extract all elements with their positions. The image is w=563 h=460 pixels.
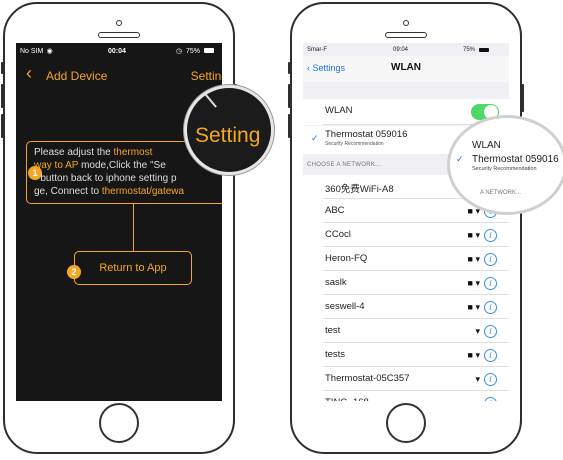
info-icon[interactable]: i bbox=[484, 229, 497, 242]
power-button bbox=[521, 84, 524, 112]
info-icon[interactable]: i bbox=[484, 397, 497, 401]
info-icon[interactable]: i bbox=[484, 253, 497, 266]
volume-down bbox=[288, 114, 291, 138]
magnifier-header: A NETWORK... bbox=[480, 190, 522, 196]
volume-up bbox=[288, 84, 291, 108]
wifi-icon: ▾ bbox=[475, 230, 480, 240]
network-row[interactable]: TING_168 ■ ▾ i bbox=[303, 391, 509, 401]
lock-icon: ■ bbox=[467, 302, 473, 312]
magnifier-setting-label: Setting bbox=[195, 124, 261, 147]
lock-icon: ■ bbox=[468, 398, 473, 401]
network-row[interactable]: saslk ■ ▾ i bbox=[303, 271, 509, 295]
lock-icon: ■ bbox=[467, 278, 473, 288]
network-row[interactable]: tests ■ ▾ i bbox=[303, 343, 509, 367]
checkmark-icon: ✓ bbox=[311, 133, 319, 143]
info-icon[interactable]: i bbox=[484, 325, 497, 338]
network-icons: ■ ▾ i bbox=[468, 397, 497, 401]
info-icon[interactable]: i bbox=[484, 349, 497, 362]
network-name: CCocl bbox=[325, 229, 351, 240]
nav-title[interactable]: Add Device bbox=[46, 69, 107, 83]
network-name: Heron-FQ bbox=[325, 253, 368, 264]
wlan-label: WLAN bbox=[325, 105, 353, 116]
lock-icon: ■ bbox=[467, 254, 473, 264]
status-carrier: Smar-F bbox=[307, 47, 327, 53]
lock-icon: ■ bbox=[467, 230, 473, 240]
wifi-icon: ▾ bbox=[475, 374, 480, 384]
magnifier-network-sub: Security Recommendation bbox=[472, 166, 537, 172]
speaker bbox=[385, 32, 427, 38]
alarm-icon: ◷ bbox=[176, 48, 183, 55]
battery-icon bbox=[204, 48, 214, 53]
network-icons: ■ ▾ i bbox=[468, 277, 497, 290]
network-row[interactable]: seswell-4 ■ ▾ i bbox=[303, 295, 509, 319]
network-row[interactable]: Thermostat-05C357 ▾ i bbox=[303, 367, 509, 391]
status-battery: 75% bbox=[463, 47, 476, 53]
wifi-icon: ◉ bbox=[33, 48, 53, 55]
battery-icon bbox=[479, 48, 489, 52]
magnifier-network-name: Thermostat 059016 bbox=[472, 154, 559, 165]
checkmark-icon: ✓ bbox=[456, 154, 464, 164]
network-name: seswell-4 bbox=[325, 301, 365, 312]
home-button[interactable] bbox=[99, 403, 139, 443]
lock-icon: ■ bbox=[467, 206, 473, 216]
network-row[interactable]: CCocl ■ ▾ i bbox=[303, 223, 509, 247]
magnifier-wlan: WLAN bbox=[472, 140, 501, 151]
network-name: tests bbox=[325, 349, 346, 360]
network-name: test bbox=[325, 325, 341, 336]
wifi-icon: ▾ bbox=[475, 254, 480, 264]
status-battery: 75% bbox=[186, 48, 201, 55]
network-icons: ▾ i bbox=[475, 373, 497, 386]
camera bbox=[403, 20, 409, 26]
camera bbox=[116, 20, 122, 26]
home-button[interactable] bbox=[386, 403, 426, 443]
wifi-icon: ▾ bbox=[475, 302, 480, 312]
connector-line bbox=[133, 204, 134, 251]
network-name: ABC bbox=[325, 205, 345, 216]
network-row[interactable]: Heron-FQ ■ ▾ i bbox=[303, 247, 509, 271]
network-name: TING_168 bbox=[325, 397, 369, 401]
wifi-icon: ▾ bbox=[475, 278, 480, 288]
speaker bbox=[98, 32, 140, 38]
connected-network-sub: Security Recommendation bbox=[325, 141, 384, 147]
left-phone: No SIM ◉ 00:04 ◷ 75% ‹ Add Device Settin… bbox=[1, 2, 237, 454]
left-screen: No SIM ◉ 00:04 ◷ 75% ‹ Add Device Settin… bbox=[16, 43, 222, 401]
network-icons: ▾ i bbox=[475, 325, 497, 338]
right-screen: Smar-F 09:04 75% ‹ Settings WLAN WLAN ✓ … bbox=[303, 43, 509, 401]
step-badge-2: 2 bbox=[67, 265, 81, 279]
network-name: 360免费WiFi-A8 bbox=[325, 184, 394, 195]
network-icons: ■ ▾ i bbox=[468, 229, 497, 242]
status-time: 00:04 bbox=[108, 48, 126, 55]
connected-network-name: Thermostat 059016 bbox=[325, 129, 408, 140]
network-icons: ■ ▾ i bbox=[468, 301, 497, 314]
wifi-icon: ▾ bbox=[475, 350, 480, 360]
lock-icon: ■ bbox=[467, 350, 473, 360]
mute-switch bbox=[1, 62, 4, 74]
info-icon[interactable]: i bbox=[484, 277, 497, 290]
network-name: saslk bbox=[325, 277, 347, 288]
info-icon[interactable]: i bbox=[484, 373, 497, 386]
setting-button[interactable]: Setting bbox=[191, 69, 222, 83]
network-magnifier: WLAN ✓ Thermostat 059016 Security Recomm… bbox=[447, 115, 563, 215]
info-icon[interactable]: i bbox=[484, 301, 497, 314]
network-icons: ■ ▾ i bbox=[468, 349, 497, 362]
wifi-icon: ▾ bbox=[475, 326, 480, 336]
page-title: WLAN bbox=[391, 62, 421, 73]
network-row[interactable]: test ▾ i bbox=[303, 319, 509, 343]
wifi-icon: ▾ bbox=[475, 398, 480, 401]
mute-switch bbox=[288, 62, 291, 74]
right-phone: Smar-F 09:04 75% ‹ Settings WLAN WLAN ✓ … bbox=[288, 2, 524, 454]
network-name: Thermostat-05C357 bbox=[325, 373, 410, 384]
status-time: 09:04 bbox=[393, 47, 409, 53]
return-to-app-button[interactable]: Return to App bbox=[74, 251, 192, 285]
volume-down bbox=[1, 114, 4, 138]
volume-up bbox=[1, 84, 4, 108]
choose-network-header: CHOOSE A NETWORK... bbox=[307, 162, 382, 168]
network-icons: ■ ▾ i bbox=[468, 253, 497, 266]
chevron-left-icon[interactable]: ‹ bbox=[26, 64, 32, 82]
